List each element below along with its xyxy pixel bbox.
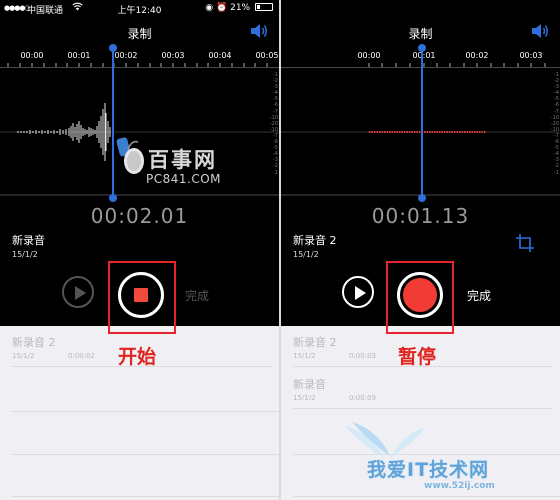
status-right: ◉ ⏰ 21% [205,3,273,13]
caption-start: 开始 [118,346,157,368]
done-button[interactable]: 完成 [185,287,209,304]
timeline-label: 00:01 [412,51,436,60]
comparison-screenshot: ●●●●○ 中国联通 上午12:40 ◉ ⏰ 21% 录制 00:00 00:0… [0,0,560,500]
list-item-date: 15/1/2 [293,352,316,360]
nav-title: 录制 [408,27,433,41]
list-divider [12,454,279,455]
done-button[interactable]: 完成 [467,287,491,304]
baishi-watermark-url: PC841.COM [146,172,222,186]
waveform [0,103,279,196]
timeline-ruler[interactable]: 00:00 00:01 00:02 00:03 00:04 00:05 [0,46,279,68]
caption-pause: 暂停 [398,346,437,368]
highlight-box-pause [386,261,454,334]
db-scale: -1 -2 -3 -4 -5 -6 -7 -10 -20 -10 -7 -6 -5 -4 -3 -2 -1 [550,72,559,176]
list-item-duration: 0:00:09 [349,394,376,402]
list-divider [12,411,279,412]
recording-date: 15/1/2 [12,250,38,259]
list-item-name: 新录音 2 [12,336,56,349]
speaker-icon[interactable] [530,22,550,40]
nav-title: 录制 [127,27,152,41]
timeline-label: 00:03 [519,51,543,60]
battery-icon [255,3,273,11]
list-item-date: 15/1/2 [12,352,35,360]
baishi-mouse-logo-icon [116,137,144,174]
elapsed-time: 00:02.01 [90,204,189,228]
timeline-label: 00:01 [67,51,91,60]
db-scale: -1 -2 -3 -4 -5 -6 -7 -10 -20 -10 -7 -6 -5 -4 -3 -2 -1 [269,72,278,176]
timeline-label: 00:02 [465,51,489,60]
play-icon [355,286,366,300]
timeline-label: 00:03 [161,51,185,60]
list-item-duration: 0:00:02 [68,352,95,360]
site-watermark: 我爱IT技术网 [367,459,490,481]
recording-date: 15/1/2 [293,250,319,259]
playhead[interactable] [418,44,426,202]
recording-panel: ●●●●○ 中国联通 上午12:40 ◉ ⏰ 21% 录制 00:00 00:0… [0,0,279,500]
baishi-watermark: 百事网 [148,148,217,172]
timeline-label: 00:05 [255,51,279,60]
alarm-icon: ⏰ [216,3,228,13]
timeline-label: 00:00 [20,51,44,60]
trim-icon[interactable] [516,234,534,252]
recording-name[interactable]: 新录音 2 [293,232,337,248]
list-item-name: 新录音 2 [293,336,337,349]
list-divider [12,496,279,497]
playhead-bottom-knob[interactable] [418,194,426,202]
timeline-label: 00:04 [208,51,232,60]
recording-name[interactable]: 新录音 [12,232,45,248]
list-item[interactable]: 新录音 15/1/2 0:00:09 [293,368,553,409]
playhead-bottom-knob[interactable] [109,194,117,202]
battery-percent: 21% [230,3,251,13]
timeline-ticks [7,63,268,67]
lock-rotation-icon: ◉ [205,3,214,13]
playhead-top-knob[interactable] [109,44,117,52]
speaker-icon[interactable] [249,22,269,40]
play-button[interactable] [62,276,94,308]
playhead-top-knob[interactable] [418,44,426,52]
list-divider [293,496,560,497]
play-icon [75,286,86,300]
list-item-date: 15/1/2 [293,394,316,402]
list-item-duration: 0:00:03 [349,352,376,360]
list-item-name: 新录音 [293,378,326,391]
status-bar: ●●●●○ 中国联通 上午12:40 ◉ ⏰ 21% [0,0,279,16]
timeline-label: 00:00 [357,51,381,60]
site-watermark-url: www.52ij.com [424,481,495,491]
highlight-box-record [108,261,176,334]
elapsed-time: 00:01.13 [371,204,470,228]
play-button[interactable] [342,276,374,308]
